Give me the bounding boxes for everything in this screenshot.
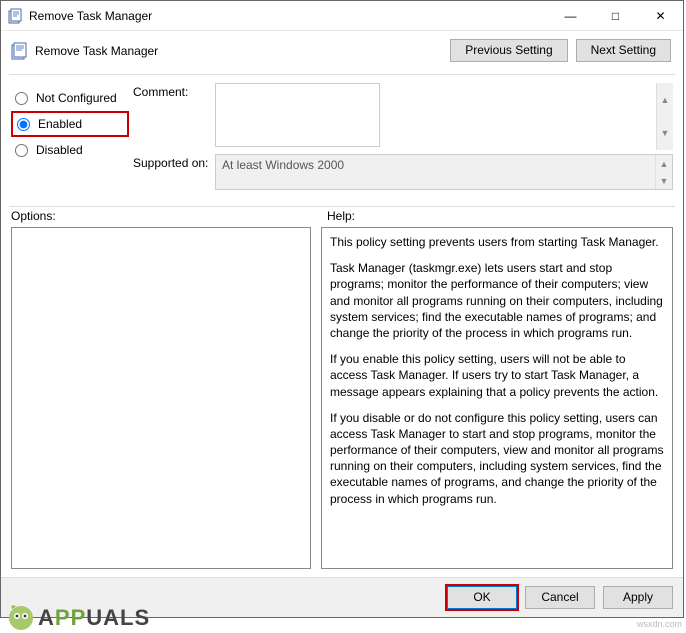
- maximize-button[interactable]: □: [593, 1, 638, 31]
- previous-setting-button[interactable]: Previous Setting: [450, 39, 567, 62]
- options-panel: [11, 227, 311, 569]
- policy-title: Remove Task Manager: [35, 44, 450, 58]
- supported-on-value: At least Windows 2000: [222, 158, 344, 172]
- minimize-button[interactable]: —: [548, 1, 593, 31]
- radio-disabled[interactable]: Disabled: [11, 137, 129, 163]
- radio-enabled-input[interactable]: [17, 118, 30, 131]
- radio-label: Enabled: [38, 117, 82, 131]
- policy-icon: [9, 41, 29, 61]
- scroll-arrows: ▲ ▼: [656, 83, 673, 150]
- help-paragraph: Task Manager (taskmgr.exe) lets users st…: [330, 260, 664, 341]
- radio-not-configured-input[interactable]: [15, 92, 28, 105]
- scroll-up-icon[interactable]: ▲: [657, 83, 673, 117]
- next-setting-button[interactable]: Next Setting: [576, 39, 671, 62]
- panels: This policy setting prevents users from …: [1, 227, 683, 577]
- gpedit-dialog: Remove Task Manager — □ ✕ Remove Task Ma…: [0, 0, 684, 618]
- scroll-arrows: ▲ ▼: [655, 155, 672, 189]
- titlebar: Remove Task Manager — □ ✕: [1, 1, 683, 31]
- radio-not-configured[interactable]: Not Configured: [11, 85, 129, 111]
- header: Remove Task Manager Previous Setting Nex…: [1, 31, 683, 70]
- supported-label: Supported on:: [133, 154, 215, 190]
- brand-uals: UALS: [86, 605, 150, 631]
- options-label: Options:: [11, 209, 327, 223]
- close-button[interactable]: ✕: [638, 1, 683, 31]
- radio-label: Not Configured: [36, 91, 117, 105]
- policy-icon: [7, 8, 23, 24]
- help-label: Help:: [327, 209, 355, 223]
- settings-area: Not Configured Enabled Disabled Comment:…: [1, 75, 683, 202]
- scroll-down-icon[interactable]: ▼: [657, 117, 673, 151]
- scroll-down-icon[interactable]: ▼: [656, 172, 672, 189]
- help-panel: This policy setting prevents users from …: [321, 227, 673, 569]
- supported-on-box: At least Windows 2000 ▲ ▼: [215, 154, 673, 190]
- brand-pp: PP: [55, 605, 86, 631]
- state-radios: Not Configured Enabled Disabled: [11, 83, 129, 194]
- radio-enabled[interactable]: Enabled: [11, 111, 129, 137]
- corner-watermark: wsxdn.com: [637, 619, 682, 629]
- apply-button[interactable]: Apply: [603, 586, 673, 609]
- comment-label: Comment:: [133, 83, 215, 150]
- comment-input[interactable]: [215, 83, 380, 147]
- help-paragraph: This policy setting prevents users from …: [330, 234, 664, 250]
- scroll-up-icon[interactable]: ▲: [656, 155, 672, 172]
- ok-button[interactable]: OK: [447, 586, 517, 609]
- help-paragraph: If you disable or do not configure this …: [330, 410, 664, 507]
- form-column: Comment: ▲ ▼ Supported on: At least Wind…: [133, 83, 673, 194]
- window-controls: — □ ✕: [548, 1, 683, 31]
- panel-labels: Options: Help:: [1, 207, 683, 227]
- window-title: Remove Task Manager: [29, 9, 548, 23]
- help-paragraph: If you enable this policy setting, users…: [330, 351, 664, 400]
- radio-disabled-input[interactable]: [15, 144, 28, 157]
- brand-a: A: [38, 605, 55, 631]
- mascot-icon: [4, 601, 38, 631]
- radio-label: Disabled: [36, 143, 83, 157]
- cancel-button[interactable]: Cancel: [525, 586, 595, 609]
- watermark-brand: APPUALS: [4, 601, 150, 631]
